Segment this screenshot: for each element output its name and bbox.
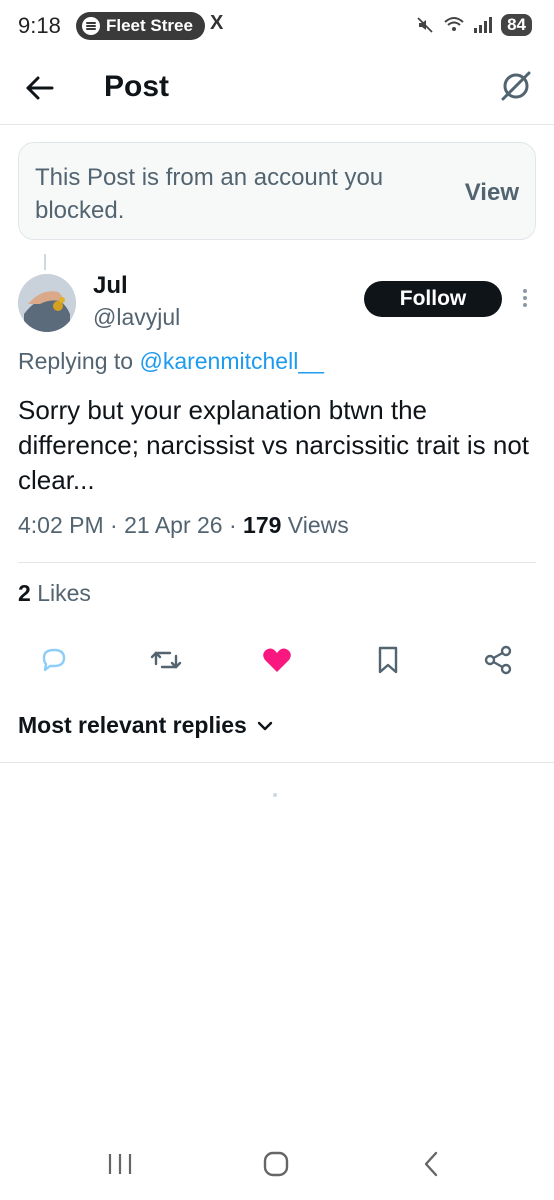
- back-arrow-icon[interactable]: [22, 72, 58, 104]
- grok-icon[interactable]: [498, 68, 534, 104]
- view-blocked-post-button[interactable]: View: [465, 179, 519, 207]
- home-icon[interactable]: [256, 1148, 296, 1180]
- meta-separator: ·: [110, 512, 118, 538]
- avatar[interactable]: [18, 274, 76, 332]
- battery-icon: 84: [501, 14, 532, 36]
- replying-prefix: Replying to: [18, 348, 134, 374]
- views-count: 179: [243, 512, 282, 538]
- author-name[interactable]: Jul: [93, 272, 128, 300]
- status-bar: 9:18 Fleet Stree X 84: [0, 0, 554, 52]
- sort-label: Most relevant replies: [18, 712, 247, 738]
- follow-button[interactable]: Follow: [364, 281, 502, 317]
- share-icon[interactable]: [480, 642, 516, 678]
- post-meta: 4:02 PM · 21 Apr 26 · 179 Views: [18, 512, 349, 539]
- likes-summary[interactable]: 2 Likes: [18, 580, 91, 607]
- reply-icon[interactable]: [36, 642, 72, 678]
- post-text: Sorry but your explanation btwn the diff…: [18, 395, 530, 495]
- x-app-icon: X: [210, 12, 224, 34]
- divider: [0, 762, 554, 763]
- media-pill-label: Fleet Stree: [106, 16, 193, 35]
- signal-icon: [474, 17, 493, 33]
- status-time: 9:18: [18, 13, 61, 38]
- page-title: Post: [104, 70, 170, 103]
- repost-icon[interactable]: [148, 642, 184, 678]
- more-options-icon[interactable]: [518, 286, 532, 312]
- bookmark-icon[interactable]: [370, 642, 406, 678]
- author-handle[interactable]: @lavyjul: [93, 304, 180, 331]
- likes-count: 2: [18, 580, 31, 606]
- system-nav-bar: [0, 1130, 554, 1200]
- spotify-icon: [82, 17, 100, 35]
- blocked-notice-text: This Post is from an account you blocked…: [35, 164, 384, 224]
- mute-icon: [417, 17, 433, 33]
- status-icons: 84: [415, 14, 532, 36]
- post-date: 21 Apr 26: [124, 512, 223, 538]
- media-pill[interactable]: Fleet Stree: [76, 12, 205, 40]
- replies-sort-dropdown[interactable]: Most relevant replies: [18, 712, 273, 739]
- meta-separator: ·: [228, 512, 237, 538]
- header: Post: [0, 52, 554, 125]
- avatar-image: [18, 274, 76, 332]
- divider: [18, 562, 536, 563]
- action-bar: [0, 638, 554, 682]
- thread-connector: [44, 254, 46, 270]
- back-nav-icon[interactable]: [412, 1148, 452, 1180]
- chevron-down-icon: [257, 721, 273, 730]
- blocked-account-notice: This Post is from an account you blocked…: [18, 142, 536, 240]
- replying-to: Replying to @karenmitchell__: [18, 348, 324, 375]
- replying-to-mention[interactable]: @karenmitchell__: [139, 348, 323, 374]
- like-icon[interactable]: [259, 642, 295, 678]
- loading-indicator: [273, 793, 277, 797]
- likes-label: Likes: [37, 580, 91, 606]
- views-label: Views: [287, 512, 349, 538]
- post-time: 4:02 PM: [18, 512, 104, 538]
- recent-apps-icon[interactable]: [100, 1148, 140, 1180]
- wifi-icon: [444, 17, 464, 31]
